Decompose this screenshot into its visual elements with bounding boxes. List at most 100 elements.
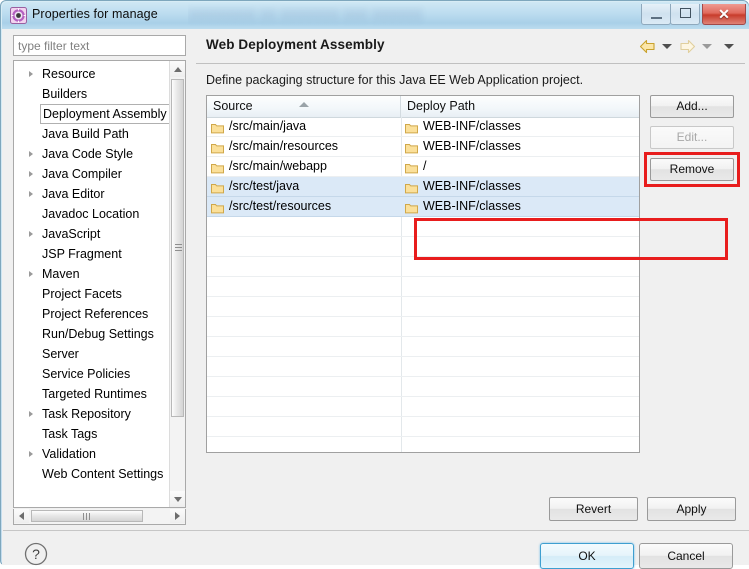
tree-item-label: JSP Fragment: [42, 247, 122, 261]
tree-item-javascript[interactable]: JavaScript: [14, 224, 174, 244]
scroll-left-button[interactable]: [14, 509, 29, 523]
scrollbar-thumb[interactable]: [171, 79, 184, 417]
forward-arrow-icon: [679, 39, 696, 57]
preference-page: Web Deployment Assembly Define packaging…: [196, 33, 745, 525]
tree-item-run-debug-settings[interactable]: Run/Debug Settings: [14, 324, 174, 344]
cell-text: WEB-INF/classes: [423, 199, 521, 213]
table-row[interactable]: /src/test/resources WEB-INF/classes: [207, 197, 639, 217]
tree-horizontal-scrollbar[interactable]: [13, 509, 186, 525]
tree-item-project-references[interactable]: Project References: [14, 304, 174, 324]
cell-source: /src/test/resources: [207, 197, 401, 216]
table-row-empty[interactable]: [207, 237, 639, 257]
back-arrow-icon[interactable]: [639, 39, 656, 57]
tree-item-maven[interactable]: Maven: [14, 264, 174, 284]
scroll-up-button[interactable]: [170, 61, 185, 77]
tree-item-service-policies[interactable]: Service Policies: [14, 364, 174, 384]
scrollbar-thumb[interactable]: [31, 510, 143, 522]
tree-item-deployment-assembly[interactable]: Deployment Assembly: [40, 104, 173, 124]
table-row[interactable]: /src/main/java WEB-INF/classes: [207, 117, 639, 137]
column-header-source[interactable]: Source: [207, 96, 401, 117]
obscured-title-region: ░░░░░░░░ ░░ ░░░░░░░ ░░░ ░░░░░░: [188, 4, 488, 26]
assembly-table[interactable]: Source Deploy Path /src/main/java WEB-IN…: [206, 95, 640, 453]
cancel-button[interactable]: Cancel: [639, 543, 733, 569]
help-question-icon[interactable]: ?: [24, 542, 48, 566]
cell-text: WEB-INF/classes: [423, 179, 521, 193]
tree-item-resource[interactable]: Resource: [14, 64, 174, 84]
folder-icon: [211, 141, 224, 154]
preferences-tree[interactable]: Resource Builders Deployment Assembly Ja…: [13, 60, 186, 508]
table-row-empty[interactable]: [207, 397, 639, 417]
filter-input[interactable]: [13, 35, 186, 56]
tree-item-java-compiler[interactable]: Java Compiler: [14, 164, 174, 184]
folder-icon: [405, 121, 418, 134]
triangle-left-icon: [19, 512, 24, 520]
revert-button[interactable]: Revert: [549, 497, 638, 521]
tree-item-java-editor[interactable]: Java Editor: [14, 184, 174, 204]
close-button[interactable]: ✕: [702, 4, 746, 25]
tree-item-project-facets[interactable]: Project Facets: [14, 284, 174, 304]
cell-deploy-path: WEB-INF/classes: [401, 117, 639, 136]
folder-icon: [211, 121, 224, 134]
scroll-right-button[interactable]: [170, 509, 185, 523]
ok-button-label: OK: [578, 549, 596, 563]
table-row-empty[interactable]: [207, 357, 639, 377]
folder-icon: [405, 161, 418, 174]
cell-text: /src/main/webapp: [229, 159, 327, 173]
scroll-down-button[interactable]: [170, 491, 185, 507]
tree-item-jsp-fragment[interactable]: JSP Fragment: [14, 244, 174, 264]
title-bar: Properties for manage ░░░░░░░░ ░░ ░░░░░░…: [2, 2, 749, 29]
table-row-empty[interactable]: [207, 437, 639, 452]
table-row-empty[interactable]: [207, 217, 639, 237]
tree-item-task-tags[interactable]: Task Tags: [14, 424, 174, 444]
triangle-up-icon: [174, 67, 182, 72]
cell-text: /src/test/resources: [229, 199, 332, 213]
tree-item-javadoc-location[interactable]: Javadoc Location: [14, 204, 174, 224]
table-row-empty[interactable]: [207, 337, 639, 357]
tree-item-server[interactable]: Server: [14, 344, 174, 364]
overflow-menu-chevron-down-icon[interactable]: [724, 44, 734, 49]
cell-deploy-path: WEB-INF/classes: [401, 137, 639, 156]
table-row[interactable]: /src/main/resources WEB-INF/classes: [207, 137, 639, 157]
table-row[interactable]: /src/main/webapp /: [207, 157, 639, 177]
remove-button[interactable]: Remove: [650, 158, 734, 181]
ok-button[interactable]: OK: [540, 543, 634, 569]
cell-text: WEB-INF/classes: [423, 139, 521, 153]
tree-item-validation[interactable]: Validation: [14, 444, 174, 464]
apply-button[interactable]: Apply: [647, 497, 736, 521]
tree-item-label: Project References: [42, 307, 149, 321]
tree-item-builders[interactable]: Builders: [14, 84, 174, 104]
maximize-button[interactable]: [670, 4, 700, 25]
folder-icon: [405, 141, 418, 154]
table-row-empty[interactable]: [207, 257, 639, 277]
tree-item-task-repository[interactable]: Task Repository: [14, 404, 174, 424]
add-button[interactable]: Add...: [650, 95, 734, 118]
table-row[interactable]: /src/test/java WEB-INF/classes: [207, 177, 639, 197]
tree-item-label: Javadoc Location: [42, 207, 140, 221]
tree-item-label: Java Editor: [42, 187, 105, 201]
tree-item-label: Task Repository: [42, 407, 131, 421]
scrollbar-grip-icon: [83, 513, 91, 520]
table-row-empty[interactable]: [207, 297, 639, 317]
tree-item-java-build-path[interactable]: Java Build Path: [14, 124, 174, 144]
tree-item-label: Builders: [42, 87, 88, 101]
tree-vertical-scrollbar[interactable]: [169, 61, 185, 507]
cancel-button-label: Cancel: [667, 549, 705, 563]
cell-source: /src/main/webapp: [207, 157, 401, 176]
minimize-button[interactable]: [641, 4, 671, 25]
cell-text: WEB-INF/classes: [423, 119, 521, 133]
table-row-empty[interactable]: [207, 317, 639, 337]
table-row-empty[interactable]: [207, 277, 639, 297]
tree-item-label: Java Build Path: [42, 127, 129, 141]
table-row-empty[interactable]: [207, 377, 639, 397]
tree-item-targeted-runtimes[interactable]: Targeted Runtimes: [14, 384, 174, 404]
tree-item-web-content-settings[interactable]: Web Content Settings: [14, 464, 174, 484]
cell-text: /src/test/java: [229, 179, 300, 193]
tree-item-java-code-style[interactable]: Java Code Style: [14, 144, 174, 164]
edit-button-label: Edit...: [676, 130, 708, 144]
column-header-deploy-path[interactable]: Deploy Path: [401, 96, 639, 117]
edit-button: Edit...: [650, 126, 734, 149]
table-row-empty[interactable]: [207, 417, 639, 437]
cell-text: /src/main/java: [229, 119, 307, 133]
page-description: Define packaging structure for this Java…: [206, 73, 584, 87]
back-menu-chevron-down-icon[interactable]: [662, 44, 672, 49]
